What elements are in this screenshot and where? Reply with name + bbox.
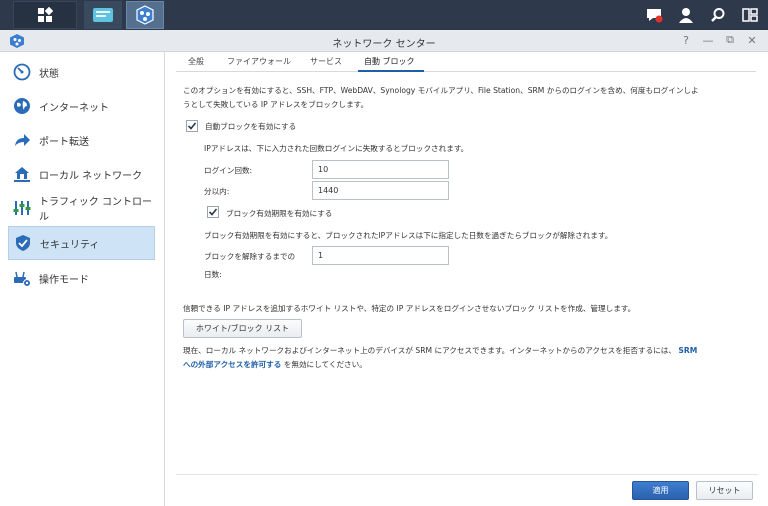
sidebar-item-internet[interactable]: インターネット (8, 89, 155, 123)
login-attempts-label: ログイン回数: (204, 166, 253, 175)
grid-menu-icon (38, 7, 53, 22)
description-line: うとして失敗している IP アドレスをブロックします。 (183, 100, 369, 109)
unblock-days-input[interactable]: 1 (312, 246, 449, 265)
search-button[interactable] (708, 5, 728, 25)
close-button[interactable]: ✕ (746, 33, 758, 47)
checkmark-icon (187, 122, 197, 130)
auto-block-description: このオプションを有効にすると、SSH、FTP、WebDAV、Synology モ… (183, 84, 753, 112)
note-text: 現在、ローカル ネットワークおよびインターネット上のデバイスが SRM にアクセ… (183, 346, 676, 355)
sidebar-item-operation-mode[interactable]: 操作モード (8, 261, 155, 295)
globe-icon (13, 97, 31, 115)
forward-arrow-icon (13, 131, 31, 149)
apply-button[interactable]: 適用 (632, 481, 689, 500)
within-minutes-label: 分以内: (204, 187, 230, 196)
sidebar-item-security[interactable]: セキュリティ (8, 226, 155, 260)
sidebar-item-label: 操作モード (39, 274, 89, 286)
taskbar-tray (644, 0, 760, 30)
sliders-icon (13, 199, 31, 217)
sidebar-item-label: 状態 (39, 68, 59, 80)
unblock-days-label-line1: ブロックを解除するまでの (204, 252, 296, 261)
window-titlebar[interactable]: ネットワーク センター ? — ⧉ ✕ (0, 30, 768, 52)
enable-expiration-checkbox[interactable] (207, 206, 219, 218)
network-center-icon (136, 5, 154, 25)
expiration-text: ブロック有効期限を有効にすると、ブロックされたIPアドレスは下に指定した日数を過… (204, 231, 613, 240)
sidebar-item-label: ローカル ネットワーク (39, 170, 143, 182)
sidebar-item-status[interactable]: 状態 (8, 55, 155, 89)
window-controls: ? — ⧉ ✕ (680, 33, 758, 47)
widgets-icon (742, 8, 758, 22)
reset-button[interactable]: リセット (696, 481, 753, 500)
sidebar-item-local-network[interactable]: ローカル ネットワーク (8, 157, 155, 191)
external-access-note: 現在、ローカル ネットワークおよびインターネット上のデバイスが SRM にアクセ… (183, 344, 753, 372)
minimize-button[interactable]: — (702, 33, 714, 47)
tab-auto-block[interactable]: 自動 ブロック (364, 56, 415, 67)
unblock-days-label-line2: 日数: (204, 270, 222, 279)
main-content: 全般 ファイアウォール サービス 自動 ブロック このオプションを有効にすると、… (166, 52, 768, 506)
within-minutes-input[interactable]: 1440 (312, 181, 449, 200)
allow-external-access-link[interactable]: への外部アクセスを許可する (183, 360, 281, 369)
enable-auto-block-label: 自動ブロックを有効にする (205, 122, 297, 131)
main-menu-button[interactable] (13, 1, 77, 29)
sidebar-item-port-forwarding[interactable]: ポート転送 (8, 123, 155, 157)
widgets-button[interactable] (740, 5, 760, 25)
srm-external-access-link[interactable]: SRM (678, 346, 697, 355)
taskbar-app-package-center[interactable] (84, 1, 122, 29)
tab-services[interactable]: サービス (310, 56, 342, 67)
search-icon (711, 8, 725, 22)
sidebar-item-label: トラフィック コントロール (39, 197, 152, 223)
sidebar-item-label: セキュリティ (40, 239, 100, 251)
checkmark-icon (208, 208, 218, 216)
tab-bar: 全般 ファイアウォール サービス 自動 ブロック (176, 52, 756, 72)
enable-expiration-label: ブロック有効期限を有効にする (226, 209, 333, 218)
tab-general[interactable]: 全般 (188, 56, 204, 67)
restore-button[interactable]: ⧉ (724, 33, 736, 47)
footer-divider (176, 474, 758, 475)
speedometer-icon (13, 63, 31, 81)
whitelist-blocklist-button[interactable]: ホワイト/ブロック リスト (183, 319, 302, 338)
window-title: ネットワーク センター (332, 39, 436, 50)
user-button[interactable] (676, 5, 696, 25)
sidebar-item-label: ポート転送 (39, 136, 89, 148)
chat-bubble-icon (647, 9, 663, 23)
sidebar-item-traffic-control[interactable]: トラフィック コントロール (8, 191, 155, 225)
help-button[interactable]: ? (680, 33, 692, 47)
taskbar-app-network-center[interactable] (126, 1, 164, 29)
ip-rule-text: IPアドレスは、下に入力された回数ログインに失敗するとブロックされます。 (204, 144, 469, 153)
login-attempts-input[interactable]: 10 (312, 160, 449, 179)
sidebar-item-label: インターネット (39, 102, 109, 114)
active-tab-indicator (358, 70, 424, 72)
sidebar: 状態 インターネット ポート転送 ローカル ネットワーク トラフィック コントロ… (0, 52, 165, 506)
tab-firewall[interactable]: ファイアウォール (227, 56, 291, 67)
taskbar (0, 0, 768, 30)
enable-auto-block-checkbox[interactable] (186, 120, 198, 132)
description-line: このオプションを有効にすると、SSH、FTP、WebDAV、Synology モ… (183, 86, 699, 95)
package-icon (93, 8, 113, 22)
whitelist-description: 信頼できる IP アドレスを追加するホワイト リストや、特定の IP アドレスを… (183, 304, 636, 313)
shield-icon (14, 234, 32, 252)
user-icon (679, 8, 693, 23)
note-text: を無効にしてください。 (281, 360, 367, 369)
notifications-button[interactable] (644, 5, 664, 25)
router-gear-icon (13, 269, 31, 287)
home-network-icon (13, 165, 31, 183)
